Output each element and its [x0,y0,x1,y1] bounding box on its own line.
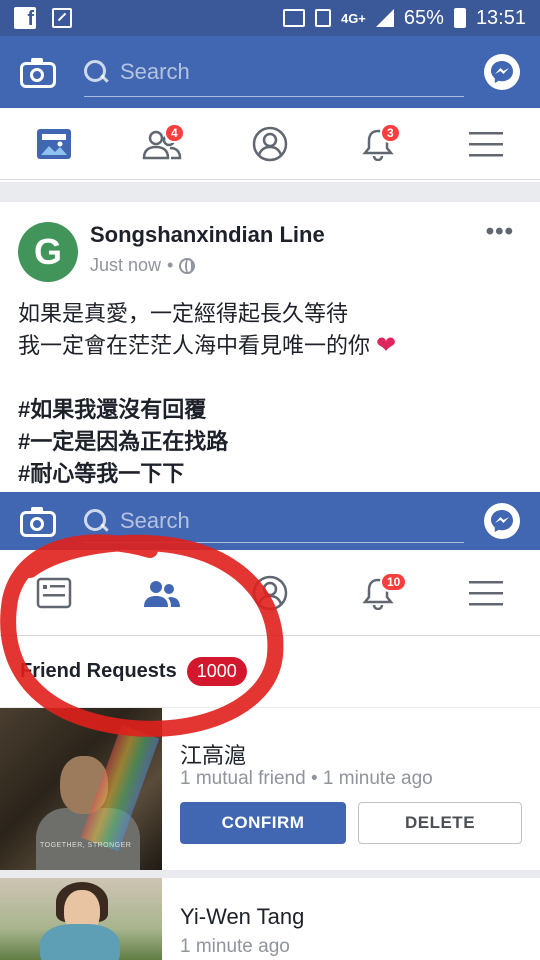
picture-in-picture-icon [52,8,72,28]
news-feed-icon [36,577,72,608]
post-line-heart: 我一定會在茫茫人海中看見唯一的你 ❤ [18,330,396,362]
notifications-badge: 10 [380,571,408,592]
messenger-icon[interactable] [484,54,520,90]
search-placeholder: Search [120,58,190,84]
camera-icon[interactable] [20,56,58,88]
network-type: 4G+ [340,10,366,26]
battery-icon [453,8,466,28]
confirm-button[interactable]: CONFIRM [180,802,346,844]
divider [0,870,540,878]
hashtag[interactable]: #如果我還沒有回覆 [18,394,396,426]
tab-news-feed[interactable] [24,568,84,618]
tab-notifications[interactable]: 3 [348,119,408,169]
cast-icon [282,9,305,27]
post-line: 我一定會在茫茫人海中看見唯一的你 [18,333,371,358]
post: G Songshanxindian Line Just now • ••• 如果… [0,202,540,492]
requester-photo[interactable] [0,878,162,960]
photo-caption: TOGETHER, STRONGER [40,842,132,849]
tab-profile[interactable] [240,568,300,618]
requester-name[interactable]: Yi-Wen Tang [180,904,304,930]
profile-icon [252,575,288,610]
delete-button[interactable]: DELETE [358,802,522,844]
hashtag[interactable]: #耐心等我一下下 [18,458,396,490]
friend-requests-header: Friend Requests 1000 [0,636,540,708]
camera-icon[interactable] [20,505,58,537]
requester-name[interactable]: 江高滬 [180,738,246,770]
requester-subtitle: 1 mutual friend • 1 minute ago [180,768,433,789]
tab-profile[interactable] [240,119,300,169]
tab-friends[interactable]: 4 [132,119,192,169]
search-input[interactable]: Search [84,47,464,97]
tab-news-feed[interactable] [24,119,84,169]
tab-menu[interactable] [456,119,516,169]
clock: 13:51 [475,6,526,29]
friend-request-item: Yi-Wen Tang 1 minute ago [0,878,540,960]
status-bar: f 4G+ 65% 13:51 [0,0,540,36]
embedded-tab-bar: 10 [0,550,540,636]
vibrate-icon [314,9,331,27]
menu-icon [469,131,503,156]
friend-request-item: TOGETHER, STRONGER 江高滬 1 mutual friend •… [0,708,540,870]
facebook-icon: f [14,7,36,29]
news-feed-icon [37,128,71,159]
feed-separator [0,182,540,202]
menu-icon [469,580,503,605]
search-placeholder: Search [120,507,190,533]
friends-badge: 4 [164,122,185,143]
post-time: Just now [90,255,162,275]
friends-icon [144,580,180,607]
more-options-icon[interactable]: ••• [486,218,514,246]
tab-bar: 4 3 [0,108,540,180]
tab-notifications[interactable]: 10 [348,568,408,618]
avatar[interactable]: G [18,222,78,282]
tab-friends[interactable] [132,568,192,618]
embedded-top-bar: Search [0,492,540,550]
notifications-badge: 3 [380,122,401,143]
heart-icon: ❤ [376,332,397,359]
search-icon [84,508,108,533]
requester-subtitle: 1 minute ago [180,936,290,957]
tab-menu[interactable] [456,568,516,618]
friend-requests-count: 1000 [186,657,247,686]
friend-requests-title: Friend Requests [20,660,177,682]
separator-dot: • [167,255,174,275]
search-input[interactable]: Search [84,499,464,543]
post-body: 如果是真愛，一定經得起長久等待 我一定會在茫茫人海中看見唯一的你 ❤ #如果我還沒… [18,298,396,490]
signal-icon [375,9,394,27]
profile-icon [252,126,288,161]
requester-photo[interactable]: TOGETHER, STRONGER [0,708,162,870]
post-line: 如果是真愛，一定經得起長久等待 [18,301,349,326]
post-meta: Just now • [90,255,196,276]
search-icon [84,59,108,84]
messenger-icon[interactable] [484,503,520,539]
top-bar: Search [0,36,540,108]
globe-icon [179,257,196,274]
battery-percent: 65% [403,6,444,29]
hashtag[interactable]: #一定是因為正在找路 [18,426,396,458]
post-author[interactable]: Songshanxindian Line [90,222,325,248]
